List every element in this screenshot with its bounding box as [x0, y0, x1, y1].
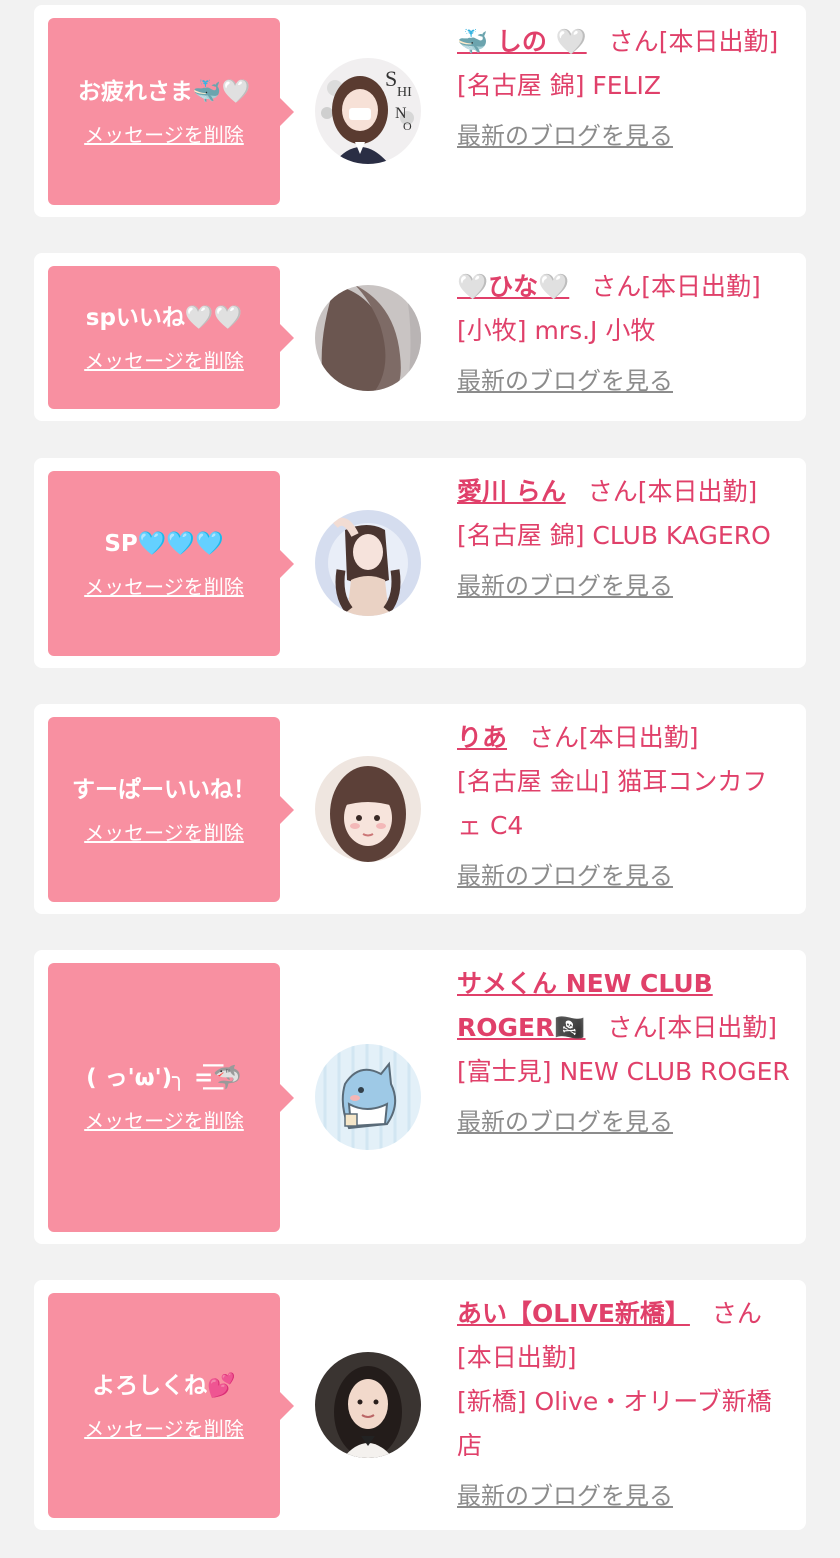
latest-blog-link[interactable]: 最新のブログを見る — [457, 568, 673, 604]
san-label: さん — [711, 1299, 762, 1328]
avatar[interactable]: S HI N O — [315, 58, 421, 164]
message-card: すーぱーいいね！ メッセージを削除 りあ さん[本日出勤] [名古屋 金山] 猫耳… — [34, 704, 806, 914]
message-text: spいいね🤍🤍 — [85, 304, 243, 331]
avatar[interactable] — [315, 1044, 421, 1150]
message-text: SP🩵🩵🩵 — [104, 530, 224, 557]
shop-info: [名古屋 錦] CLUB KAGERO — [457, 521, 771, 550]
cast-name-link[interactable]: 🐳 しの 🤍 — [457, 27, 587, 56]
message-card: spいいね🤍🤍 メッセージを削除 🤍ひな🤍 さん[本日出勤] [小牧] mrs.J… — [34, 253, 806, 421]
delete-message-link[interactable]: メッセージを削除 — [84, 348, 244, 374]
avatar-girl-with-shino-logo: S HI N O — [315, 58, 421, 164]
shop-info: [名古屋 錦] FELIZ — [457, 71, 662, 100]
work-status: [本日出勤] — [658, 27, 779, 56]
cast-name-link[interactable]: あい【OLIVE新橋】 — [457, 1299, 690, 1328]
cast-info: サメくん NEW CLUB ROGER🏴‍☠️ さん[本日出勤] [富士見] NE… — [457, 962, 790, 1144]
cast-info: 🐳 しの 🤍 さん[本日出勤] [名古屋 錦] FELIZ 最新のブログを見る — [457, 20, 790, 158]
work-status: [本日出勤] — [457, 1343, 577, 1372]
avatar[interactable] — [315, 510, 421, 616]
delete-message-link[interactable]: メッセージを削除 — [84, 820, 244, 846]
svg-text:S: S — [385, 66, 397, 91]
delete-message-link[interactable]: メッセージを削除 — [84, 574, 244, 600]
shop-info: [小牧] mrs.J 小牧 — [457, 316, 656, 345]
latest-blog-link[interactable]: 最新のブログを見る — [457, 363, 673, 399]
latest-blog-link[interactable]: 最新のブログを見る — [457, 118, 673, 154]
san-label: さん — [587, 477, 638, 506]
shop-info: [新橋] Olive・オリーブ新橋店 — [457, 1387, 772, 1460]
avatar-girl-dark-hair — [315, 1352, 421, 1458]
avatar[interactable] — [315, 285, 421, 391]
avatar-long-hair-back — [315, 285, 421, 391]
message-text: ( っ'ω')╮ =͟͟͞͞🦈 — [86, 1064, 242, 1091]
message-bubble: よろしくね💕 メッセージを削除 — [48, 1293, 294, 1518]
work-status: [本日出勤] — [637, 477, 758, 506]
cast-name-link[interactable]: りあ — [457, 723, 507, 752]
avatar-girl-pose — [315, 510, 421, 616]
message-text: よろしくね💕 — [92, 1372, 236, 1399]
cast-info: りあ さん[本日出勤] [名古屋 金山] 猫耳コンカフェ C4 最新のブログを見る — [457, 716, 790, 898]
avatar-shark-cartoon — [315, 1044, 421, 1150]
san-label: さん — [529, 723, 580, 752]
message-card: SP🩵🩵🩵 メッセージを削除 愛川 らん さん[本日出勤] [名古屋 錦] CLU… — [34, 458, 806, 668]
work-status: [本日出勤] — [579, 723, 699, 752]
work-status: [本日出勤] — [657, 1013, 778, 1042]
avatar[interactable] — [315, 1352, 421, 1458]
latest-blog-link[interactable]: 最新のブログを見る — [457, 1478, 673, 1514]
svg-text:HI: HI — [397, 85, 412, 100]
message-text: お疲れさま🐳🤍 — [77, 78, 251, 105]
cast-info: 🤍ひな🤍 さん[本日出勤] [小牧] mrs.J 小牧 最新のブログを見る — [457, 265, 790, 403]
message-bubble: spいいね🤍🤍 メッセージを削除 — [48, 266, 294, 409]
message-bubble: ( っ'ω')╮ =͟͟͞͞🦈 メッセージを削除 — [48, 963, 294, 1232]
shop-info: [名古屋 金山] 猫耳コンカフェ C4 — [457, 767, 768, 840]
avatar[interactable] — [315, 756, 421, 862]
message-text: すーぱーいいね！ — [72, 776, 256, 803]
san-label: さん — [608, 27, 659, 56]
san-label: さん — [607, 1013, 658, 1042]
delete-message-link[interactable]: メッセージを削除 — [84, 122, 244, 148]
cast-name-link[interactable]: 🤍ひな🤍 — [457, 272, 569, 301]
latest-blog-link[interactable]: 最新のブログを見る — [457, 1104, 673, 1140]
message-card: よろしくね💕 メッセージを削除 あい【OLIVE新橋】 さん [本日出勤] [新橋]… — [34, 1280, 806, 1530]
avatar-girl-bangs — [315, 756, 421, 862]
cast-info: 愛川 らん さん[本日出勤] [名古屋 錦] CLUB KAGERO 最新のブログ… — [457, 470, 790, 608]
message-card: お疲れさま🐳🤍 メッセージを削除 S HI N O 🐳 しの 🤍 さん[本日出勤… — [34, 5, 806, 217]
san-label: さん — [591, 272, 642, 301]
shop-info: [富士見] NEW CLUB ROGER — [457, 1057, 790, 1086]
message-bubble: SP🩵🩵🩵 メッセージを削除 — [48, 471, 294, 656]
svg-text:O: O — [403, 119, 412, 133]
message-bubble: お疲れさま🐳🤍 メッセージを削除 — [48, 18, 294, 205]
delete-message-link[interactable]: メッセージを削除 — [84, 1416, 244, 1442]
cast-name-link[interactable]: 愛川 らん — [457, 477, 566, 506]
work-status: [本日出勤] — [641, 272, 761, 301]
message-list: お疲れさま🐳🤍 メッセージを削除 S HI N O 🐳 しの 🤍 さん[本日出勤… — [0, 0, 840, 1558]
delete-message-link[interactable]: メッセージを削除 — [84, 1108, 244, 1134]
message-bubble: すーぱーいいね！ メッセージを削除 — [48, 717, 294, 902]
cast-info: あい【OLIVE新橋】 さん [本日出勤] [新橋] Olive・オリーブ新橋店 最… — [457, 1292, 790, 1518]
latest-blog-link[interactable]: 最新のブログを見る — [457, 858, 673, 894]
message-card: ( っ'ω')╮ =͟͟͞͞🦈 メッセージを削除 サメくん NEW CLUB R… — [34, 950, 806, 1244]
